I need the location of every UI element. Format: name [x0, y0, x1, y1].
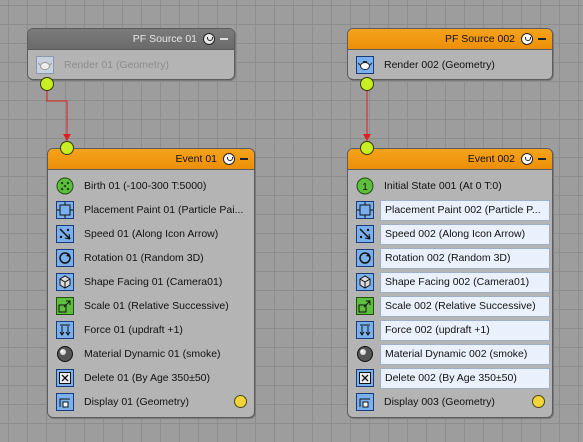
lightbulb-icon[interactable]: [521, 153, 533, 165]
speed-icon: [356, 225, 374, 243]
operator-row-delete[interactable]: Delete 002 (By Age 350±50): [356, 367, 550, 389]
event-002-node[interactable]: Event 002 1 Initial State 001 (At 0 T:0)…: [347, 148, 553, 418]
render-teapot-icon: [356, 56, 374, 74]
event-01-node[interactable]: Event 01 Birth 01 (-100-300 T:5000) Plac…: [47, 148, 255, 418]
placement-paint-icon: [56, 201, 74, 219]
operator-row[interactable]: Render 002 (Geometry): [356, 54, 495, 76]
operator-row-speed[interactable]: Speed 01 (Along Icon Arrow): [56, 223, 246, 245]
operator-row-birth[interactable]: Birth 01 (-100-300 T:5000): [56, 175, 246, 197]
minimize-icon[interactable]: [240, 158, 248, 160]
operator-row-rotation[interactable]: Rotation 002 (Random 3D): [356, 247, 550, 269]
operator-row-scale[interactable]: Scale 01 (Relative Successive): [56, 295, 246, 317]
operator-row-placement-paint[interactable]: Placement Paint 002 (Particle P...: [356, 199, 550, 221]
scale-icon: [56, 297, 74, 315]
operator-label: Display 01 (Geometry): [84, 395, 190, 408]
force-icon: [56, 321, 74, 339]
pf-source-002-title: PF Source 002: [444, 33, 515, 45]
operator-row-placement-paint[interactable]: Placement Paint 01 (Particle Pai...: [56, 199, 246, 221]
operator-label: Scale 002 (Relative Successive): [380, 295, 550, 317]
pf-source-002-header[interactable]: PF Source 002: [348, 29, 552, 50]
initial-state-icon: 1: [356, 177, 374, 195]
operator-row[interactable]: Render 01 (Geometry): [36, 54, 169, 76]
output-port[interactable]: [360, 77, 374, 91]
input-port[interactable]: [60, 141, 74, 155]
render-teapot-icon: [36, 56, 54, 74]
operator-label: Rotation 002 (Random 3D): [380, 247, 550, 269]
operator-row-speed[interactable]: Speed 002 (Along Icon Arrow): [356, 223, 550, 245]
operator-label: Shape Facing 002 (Camera01): [380, 271, 550, 293]
minimize-icon[interactable]: [538, 38, 546, 40]
operator-label: Render 002 (Geometry): [384, 58, 495, 71]
operator-label: Force 01 (updraft +1): [84, 323, 183, 336]
operator-label: Placement Paint 01 (Particle Pai...: [84, 203, 244, 216]
operator-row-rotation[interactable]: Rotation 01 (Random 3D): [56, 247, 246, 269]
operator-row-display[interactable]: Display 01 (Geometry): [56, 391, 230, 413]
delete-icon: [356, 369, 374, 387]
speed-icon: [56, 225, 74, 243]
scale-icon: [356, 297, 374, 315]
operator-label: Shape Facing 01 (Camera01): [84, 275, 223, 288]
birth-icon: [56, 177, 74, 195]
force-icon: [356, 321, 374, 339]
operator-label: Speed 01 (Along Icon Arrow): [84, 227, 219, 240]
minimize-icon[interactable]: [220, 38, 228, 40]
operator-label: Birth 01 (-100-300 T:5000): [84, 179, 207, 192]
lightbulb-icon[interactable]: [203, 33, 215, 45]
operator-label: Material Dynamic 01 (smoke): [84, 347, 221, 360]
operator-label: Scale 01 (Relative Successive): [84, 299, 229, 312]
operator-row-initial-state[interactable]: 1 Initial State 001 (At 0 T:0): [356, 175, 550, 197]
input-port[interactable]: [360, 141, 374, 155]
output-port[interactable]: [40, 77, 54, 91]
operator-row-delete[interactable]: Delete 01 (By Age 350±50): [56, 367, 246, 389]
display-color-swatch[interactable]: [234, 395, 247, 408]
event-01-header[interactable]: Event 01: [48, 149, 254, 170]
rotation-icon: [56, 249, 74, 267]
shape-facing-icon: [356, 273, 374, 291]
operator-row-shape-facing[interactable]: Shape Facing 002 (Camera01): [356, 271, 550, 293]
material-dynamic-icon: [56, 345, 74, 363]
operator-row-display[interactable]: Display 003 (Geometry): [356, 391, 530, 413]
operator-label: Rotation 01 (Random 3D): [84, 251, 204, 264]
event-01-title: Event 01: [175, 153, 217, 165]
rotation-icon: [356, 249, 374, 267]
operator-row-scale[interactable]: Scale 002 (Relative Successive): [356, 295, 550, 317]
operator-row-material-dynamic[interactable]: Material Dynamic 01 (smoke): [56, 343, 246, 365]
display-color-swatch[interactable]: [532, 395, 545, 408]
operator-row-force[interactable]: Force 01 (updraft +1): [56, 319, 246, 341]
event-002-title: Event 002: [467, 153, 515, 165]
shape-facing-icon: [56, 273, 74, 291]
pf-source-01-header[interactable]: PF Source 01: [28, 29, 234, 50]
lightbulb-icon[interactable]: [223, 153, 235, 165]
pf-source-01-title: PF Source 01: [132, 33, 197, 45]
operator-label: Delete 002 (By Age 350±50): [380, 367, 550, 389]
delete-icon: [56, 369, 74, 387]
lightbulb-icon[interactable]: [521, 33, 533, 45]
operator-label: Render 01 (Geometry): [64, 58, 170, 71]
material-dynamic-icon: [356, 345, 374, 363]
operator-label: Delete 01 (By Age 350±50): [84, 371, 211, 384]
placement-paint-icon: [356, 201, 374, 219]
display-icon: [56, 393, 74, 411]
minimize-icon[interactable]: [538, 158, 546, 160]
event-002-header[interactable]: Event 002: [348, 149, 552, 170]
pf-source-002-node[interactable]: PF Source 002 Render 002 (Geometry): [347, 28, 553, 80]
operator-label: Speed 002 (Along Icon Arrow): [380, 223, 550, 245]
operator-row-material-dynamic[interactable]: Material Dynamic 002 (smoke): [356, 343, 550, 365]
operator-label: Initial State 001 (At 0 T:0): [384, 179, 502, 192]
display-icon: [356, 393, 374, 411]
operator-label: Display 003 (Geometry): [384, 395, 495, 408]
svg-text:1: 1: [362, 182, 368, 193]
operator-label: Force 002 (updraft +1): [380, 319, 550, 341]
operator-row-force[interactable]: Force 002 (updraft +1): [356, 319, 550, 341]
operator-row-shape-facing[interactable]: Shape Facing 01 (Camera01): [56, 271, 246, 293]
pf-source-01-node[interactable]: PF Source 01 Render 01 (Geometry): [27, 28, 235, 80]
operator-label: Placement Paint 002 (Particle P...: [380, 199, 550, 221]
operator-label: Material Dynamic 002 (smoke): [380, 343, 550, 365]
